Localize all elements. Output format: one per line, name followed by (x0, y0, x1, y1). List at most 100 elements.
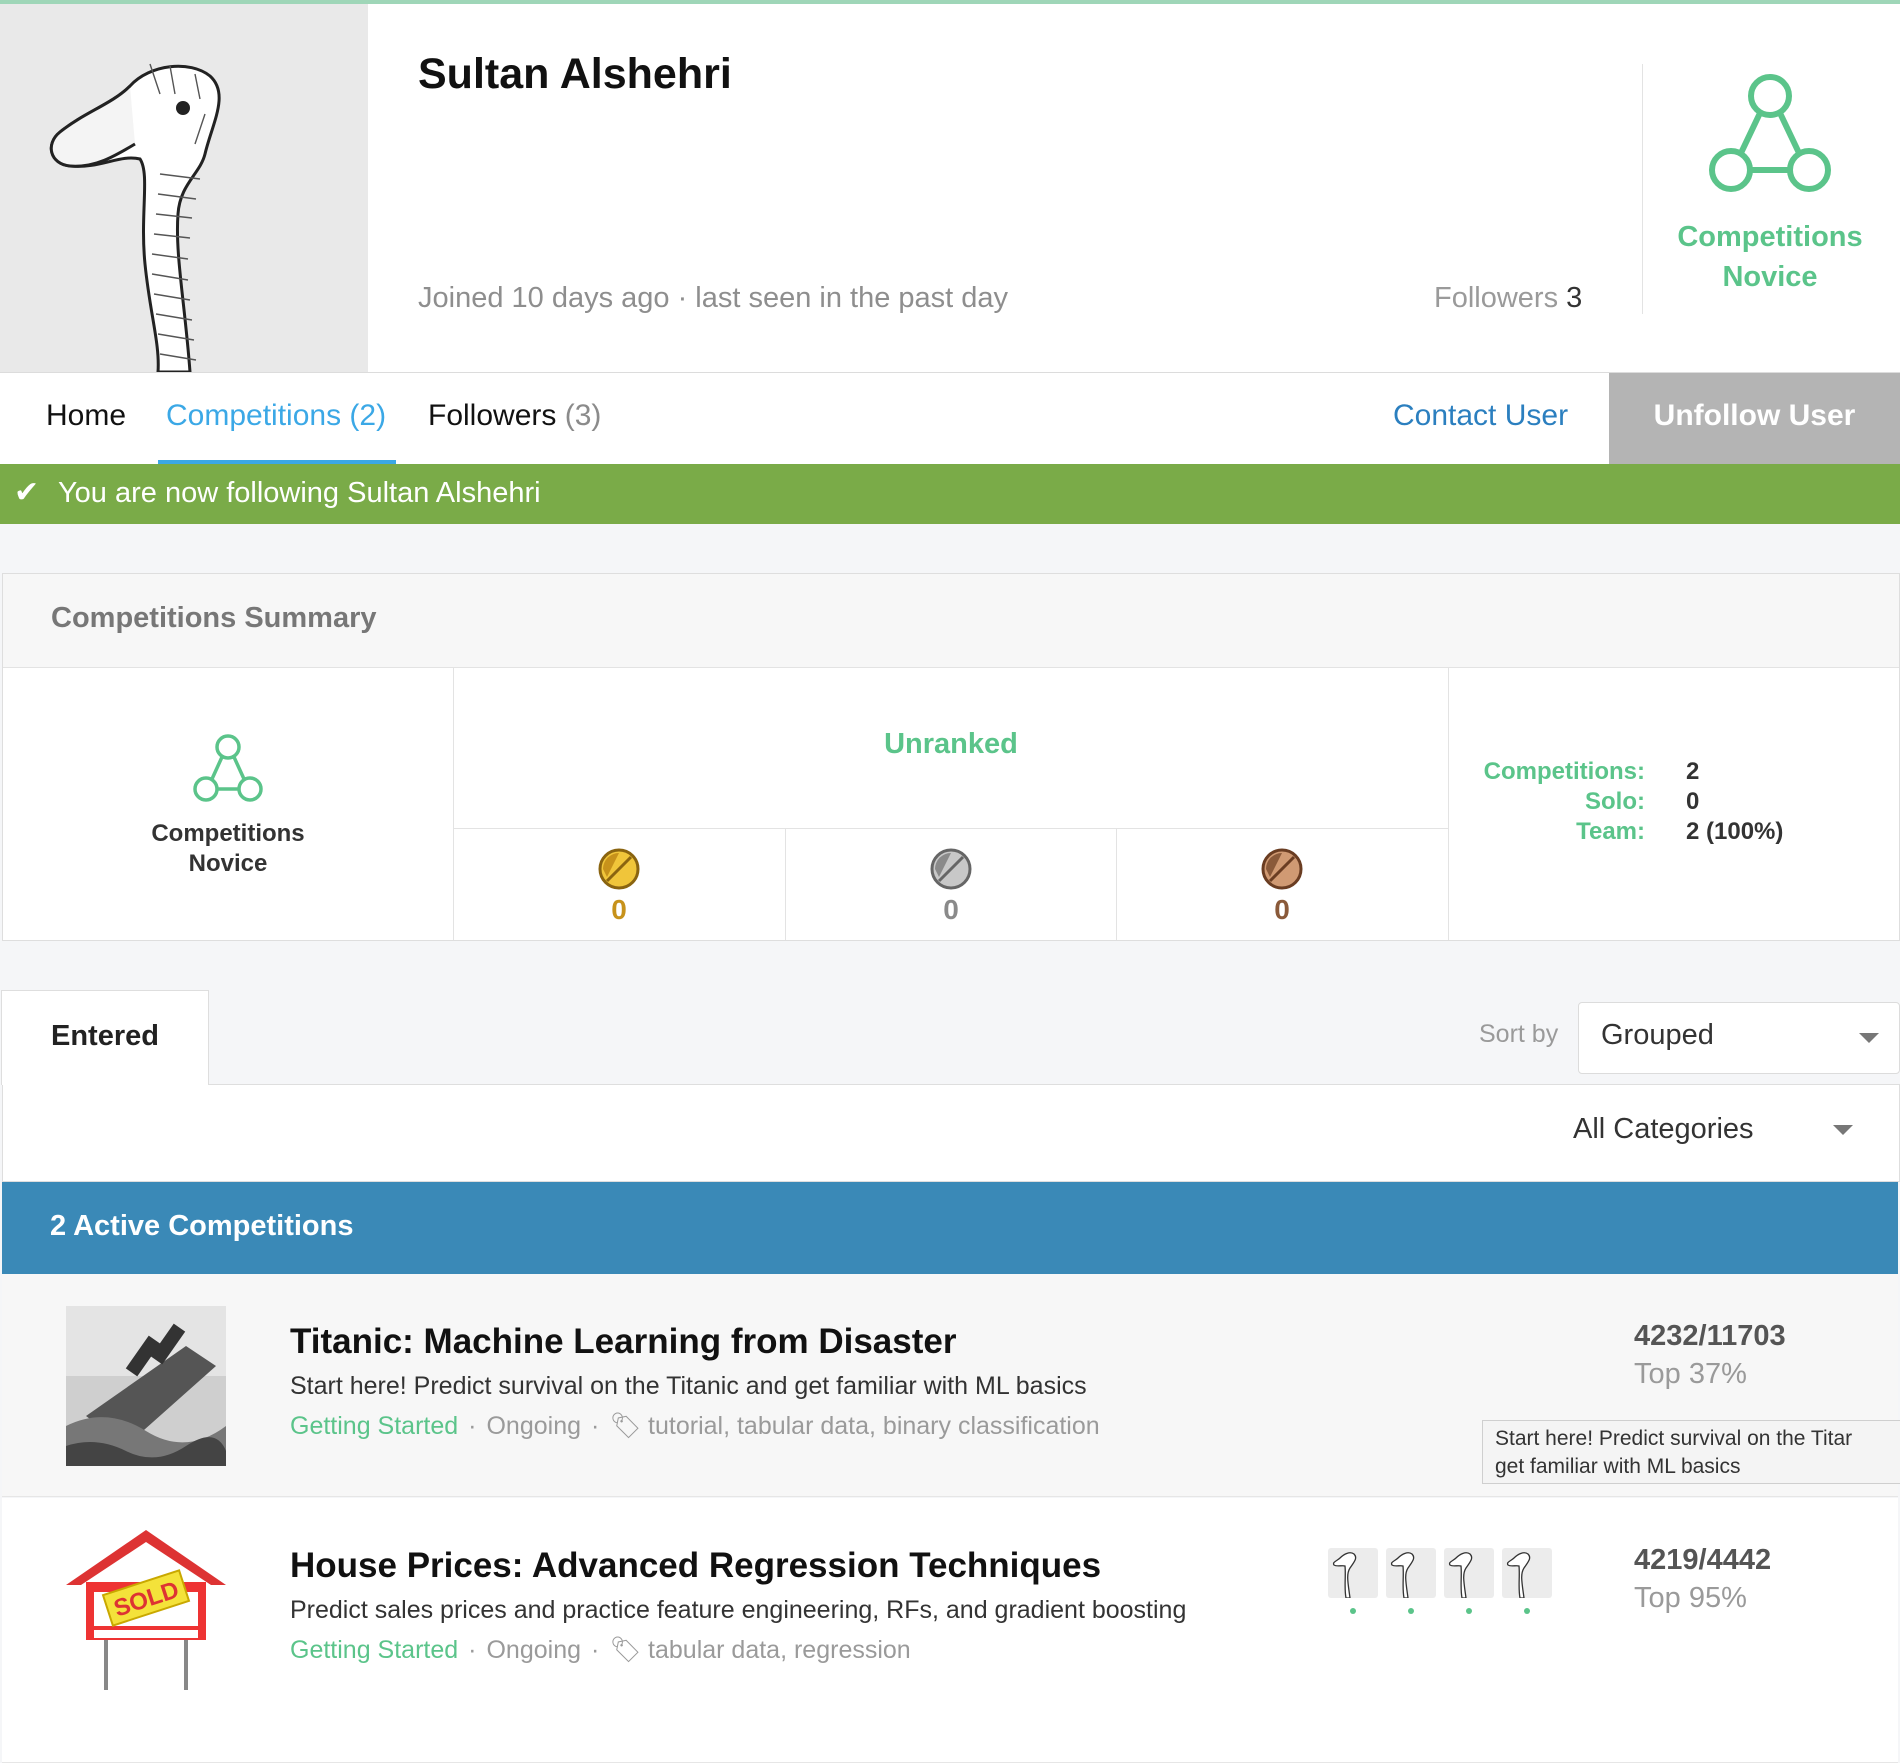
team-member-status-dot (1524, 1608, 1530, 1614)
tier-badge[interactable]: Competitions Novice (1660, 74, 1880, 297)
chevron-down-icon (1859, 1033, 1879, 1043)
followers-stat-label: Followers (1434, 282, 1559, 314)
team-member-avatar[interactable] (1386, 1548, 1436, 1599)
tooltip-line1: Start here! Predict survival on the Tita… (1495, 1427, 1853, 1450)
team-member-status-dot (1466, 1608, 1472, 1614)
competition-rank: 4219/4442 (1634, 1544, 1772, 1576)
competition-category[interactable]: Getting Started (290, 1636, 458, 1664)
team-member-avatar[interactable] (1444, 1548, 1494, 1599)
unfollow-user-button[interactable]: Unfollow User (1609, 373, 1900, 464)
summary-tier-line2: Novice (188, 850, 268, 877)
tab-home[interactable]: Home (46, 373, 126, 464)
bronze-medal-cell: 0 (1116, 829, 1447, 940)
competition-title[interactable]: House Prices: Advanced Regression Techni… (290, 1546, 1101, 1586)
tab-competitions-label: Competitions (166, 399, 342, 432)
goose-avatar-icon (1506, 1552, 1531, 1599)
summary-title: Competitions Summary (51, 602, 377, 634)
goose-avatar-icon (1448, 1552, 1473, 1599)
stat-solo-value: 0 (1686, 788, 1700, 815)
summary-header: Competitions Summary (3, 574, 1899, 668)
active-competitions-title: 2 Active Competitions (50, 1210, 354, 1242)
competitions-summary: Competitions Summary Competitions Novice… (2, 573, 1900, 941)
competition-tags[interactable]: tabular data, regression (648, 1636, 911, 1664)
summary-counts: Competitions: 2 Solo: 0 Team: 2 (100%) (1449, 668, 1899, 940)
sort-select-value: Grouped (1601, 1019, 1714, 1051)
team-member-avatar[interactable] (1502, 1548, 1552, 1599)
tab-followers[interactable]: Followers (3) (428, 373, 601, 464)
sort-select[interactable]: Grouped (1578, 1002, 1900, 1074)
profile-name: Sultan Alshehri (418, 50, 732, 98)
summary-rank: Unranked 0 0 0 (454, 668, 1449, 940)
competition-top-percent: Top 95% (1634, 1582, 1747, 1614)
tag-icon: 🏷 (609, 1636, 642, 1664)
competition-description: Start here! Predict survival on the Tita… (290, 1372, 1087, 1400)
following-banner: ✔ You are now following Sultan Alshehri (0, 464, 1900, 524)
competition-thumbnail[interactable]: SOLD (66, 1530, 226, 1690)
silver-medal-icon (930, 848, 972, 890)
competition-category[interactable]: Getting Started (290, 1412, 458, 1440)
gold-count: 0 (611, 894, 627, 925)
silver-count: 0 (943, 894, 959, 925)
team-member-status-dot (1408, 1608, 1414, 1614)
gold-medal-icon (598, 848, 640, 890)
competition-meta: Getting Started · Ongoing · 🏷 tabular data, … (290, 1636, 911, 1664)
silver-medal-cell: 0 (785, 829, 1116, 940)
followers-stat-count: 3 (1566, 282, 1583, 314)
competition-thumbnail[interactable] (66, 1306, 226, 1466)
tab-competitions-count: (2) (349, 399, 387, 432)
tier-label-line2: Novice (1722, 261, 1818, 293)
competition-tags[interactable]: tutorial, tabular data, binary classific… (648, 1412, 1100, 1440)
tier-label-line1: Competitions (1677, 221, 1863, 253)
tab-followers-count: (3) (564, 399, 602, 432)
category-select-value: All Categories (1573, 1113, 1754, 1145)
tooltip-line2: get familiar with ML basics (1495, 1455, 1741, 1478)
competition-row[interactable]: SOLD House Prices: Advanced Regression T… (2, 1498, 1898, 1763)
stat-solo-label: Solo: (1585, 788, 1645, 815)
checkmark-icon: ✔ (14, 476, 40, 509)
tab-entered-label: Entered (51, 1020, 159, 1052)
banner-message: You are now following Sultan Alshehri (58, 477, 541, 509)
active-competitions-header: 2 Active Competitions (2, 1182, 1898, 1274)
competition-rank: 4232/11703 (1634, 1320, 1786, 1352)
filter-bar: All Categories (2, 1084, 1900, 1182)
goose-avatar-icon (1332, 1552, 1357, 1599)
sort-by-label: Sort by (1479, 1020, 1559, 1048)
competitions-tier-icon (1709, 74, 1831, 192)
description-tooltip: Start here! Predict survival on the Tita… (1482, 1420, 1900, 1484)
competition-meta: Getting Started · Ongoing · 🏷 tutorial, tabu… (290, 1412, 1100, 1440)
team-member-avatar[interactable] (1328, 1548, 1378, 1599)
competition-status: Ongoing (486, 1636, 582, 1664)
stat-team-value: 2 (100%) (1686, 818, 1784, 845)
stat-team-label: Team: (1576, 818, 1645, 845)
gold-medal-cell: 0 (454, 829, 784, 940)
tab-home-label: Home (46, 399, 127, 432)
goose-avatar-icon (0, 4, 368, 372)
bronze-medal-icon (1261, 848, 1303, 890)
stat-competitions-value: 2 (1686, 758, 1700, 785)
competition-top-percent: Top 37% (1634, 1358, 1747, 1390)
contact-user-link[interactable]: Contact User (1393, 373, 1568, 464)
house-sold-sign-icon: SOLD (66, 1530, 226, 1690)
rank-label: Unranked (454, 668, 1448, 829)
joined-info: Joined 10 days ago · last seen in the pa… (418, 282, 1009, 314)
followers-stat[interactable]: Followers 3 (1434, 282, 1582, 315)
tab-competitions[interactable]: Competitions (2) (166, 373, 386, 464)
stat-competitions-label: Competitions: (1483, 758, 1645, 785)
chevron-down-icon (1833, 1125, 1853, 1135)
team-member-status-dot (1350, 1608, 1356, 1614)
competitions-tier-icon (193, 734, 263, 802)
titanic-thumbnail-icon (66, 1306, 226, 1466)
profile-avatar[interactable] (0, 4, 368, 372)
profile-nav: Home Competitions (2) Followers (3) Cont… (0, 373, 1900, 465)
profile-header: Sultan Alshehri Joined 10 days ago · las… (0, 4, 1900, 373)
summary-tier-line1: Competitions (151, 820, 305, 847)
tag-icon: 🏷 (609, 1412, 642, 1440)
goose-avatar-icon (1390, 1552, 1415, 1599)
competition-title[interactable]: Titanic: Machine Learning from Disaster (290, 1322, 956, 1362)
tab-followers-label: Followers (428, 399, 557, 432)
tier-divider (1642, 64, 1643, 314)
tab-entered[interactable]: Entered (1, 990, 209, 1085)
competition-description: Predict sales prices and practice featur… (290, 1596, 1187, 1624)
competition-status: Ongoing (486, 1412, 582, 1440)
bronze-count: 0 (1274, 894, 1290, 925)
